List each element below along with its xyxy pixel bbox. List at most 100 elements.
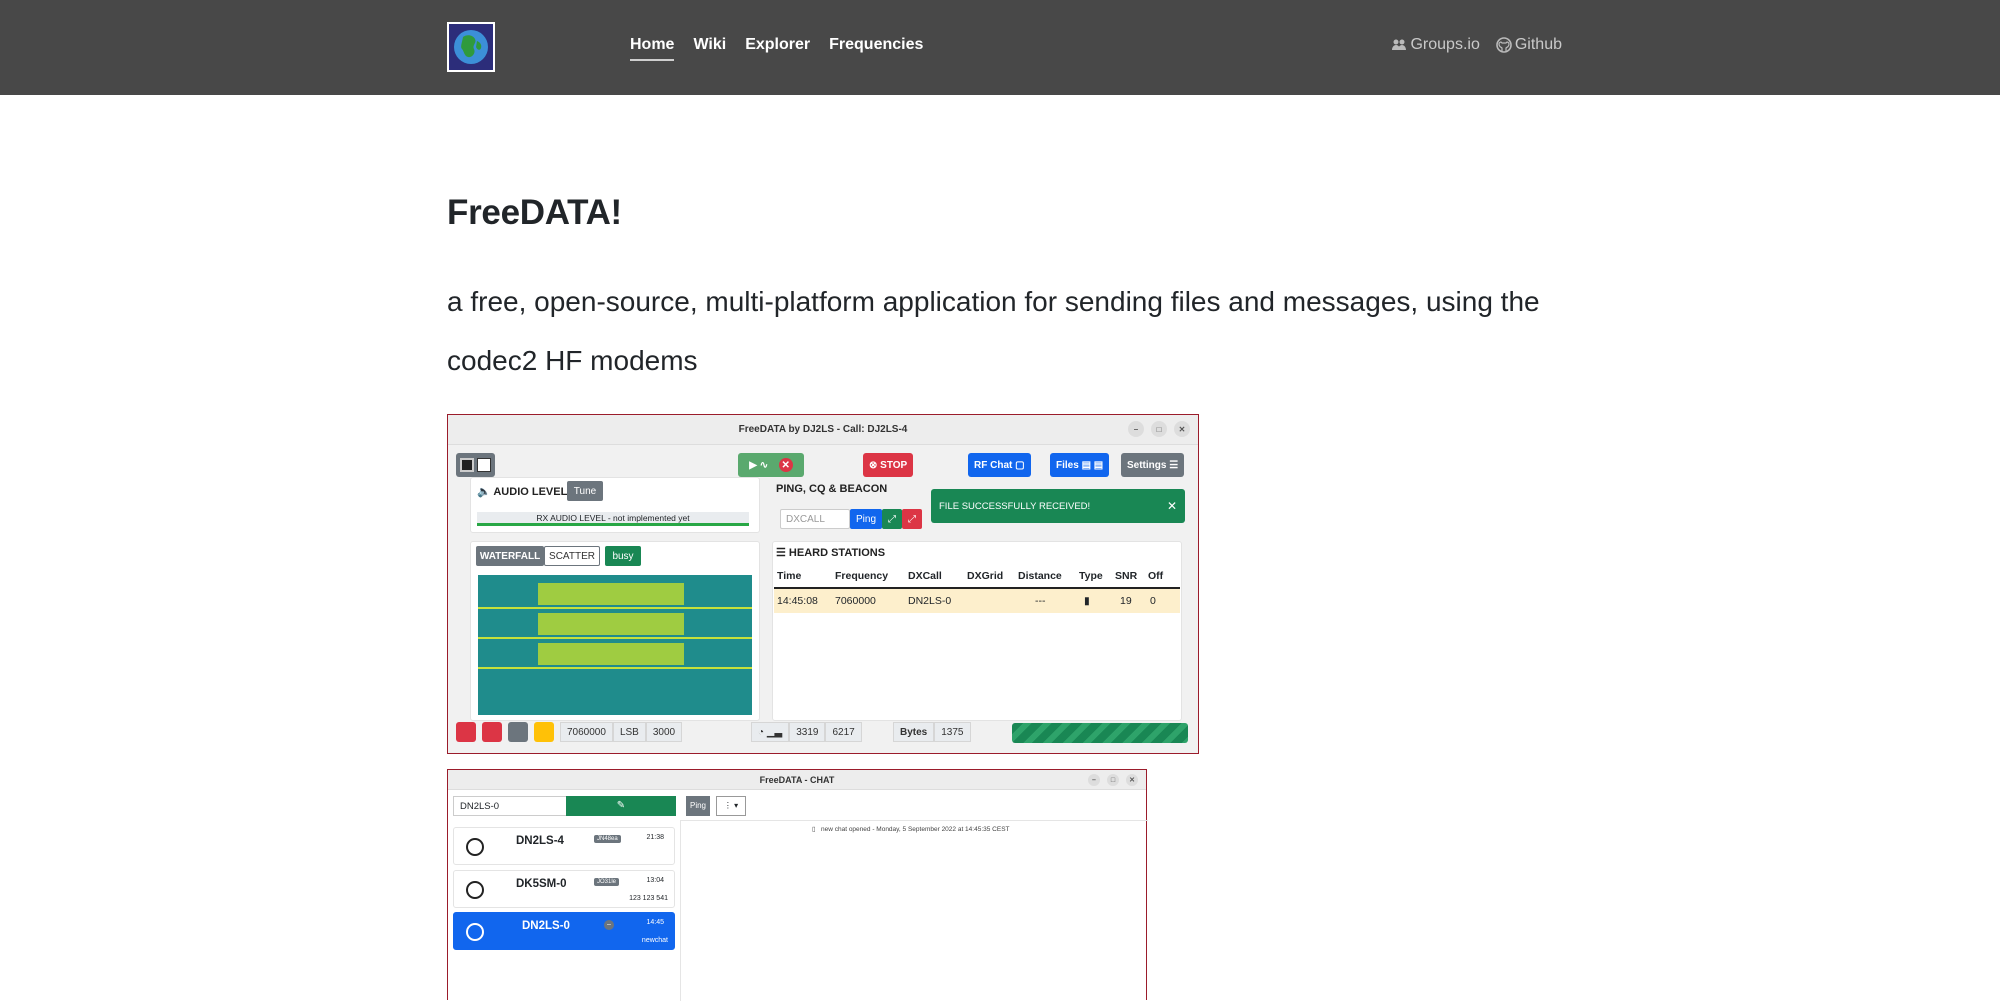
contact-time: 14:45	[646, 919, 664, 926]
table-cell: DN2LS-0	[908, 595, 952, 607]
contact-item-active: DN2LS-0 – 14:45 newchat	[453, 912, 675, 950]
signal-band	[478, 637, 752, 639]
maximize-icon: □	[1107, 774, 1119, 786]
file-icon: ▮	[1084, 595, 1090, 607]
close-icon: ✕	[1126, 774, 1138, 786]
ping-button: Ping	[850, 509, 882, 529]
user-avatar-icon	[466, 881, 484, 899]
heard-title: ☰ HEARD STATIONS	[776, 547, 886, 559]
contact-name: DN2LS-0	[522, 920, 570, 932]
window-title: FreeDATA by DJ2LS - Call: DJ2LS-4 – □ ✕	[448, 415, 1198, 445]
chat-menu-dropdown: ⋮ ▾	[716, 796, 746, 816]
nav-home[interactable]: Home	[630, 36, 675, 61]
table-cell: 0	[1150, 595, 1156, 607]
heard-stations-table: Time Frequency DXCall DXGrid Distance Ty…	[774, 565, 1180, 613]
speed-icon: ◔ ▁▃	[751, 722, 790, 742]
tune-button: Tune	[567, 481, 603, 501]
transfer-icon	[508, 722, 528, 742]
status-value-2: 6217	[825, 722, 862, 742]
divider	[680, 820, 681, 1001]
maximize-icon: □	[1151, 421, 1167, 437]
col-header: Time	[777, 570, 802, 582]
ping-title: PING, CQ & BEACON	[776, 483, 888, 495]
table-cell: 7060000	[835, 595, 876, 607]
chat-window-title: FreeDATA - CHAT – □ ✕	[448, 770, 1146, 790]
github-icon	[1496, 37, 1512, 53]
nav-external-links: Groups.io Github	[1391, 36, 1562, 54]
contact-name: DK5SM-0	[516, 878, 567, 890]
globe-logo-icon[interactable]	[447, 22, 495, 72]
page-title: FreeDATA!	[447, 193, 622, 232]
top-navbar: Home Wiki Explorer Frequencies Groups.io…	[0, 0, 2000, 95]
frequency-value: 7060000	[560, 722, 613, 742]
toast-text: FILE SUCCESSFULLY RECEIVED!	[939, 500, 1091, 512]
freedata-main-screenshot: FreeDATA by DJ2LS - Call: DJ2LS-4 – □ ✕ ▶ …	[447, 414, 1199, 754]
users-icon	[1392, 39, 1407, 50]
monitor-toggle	[456, 453, 495, 477]
settings-button: Settings ☰	[1121, 453, 1185, 477]
bytes-label: Bytes	[893, 722, 935, 742]
close-icon: ✕	[1174, 421, 1190, 437]
divider	[680, 820, 1148, 821]
bytes-value: 1375	[934, 722, 971, 742]
chat-search-input: DN2LS-0	[453, 796, 568, 816]
stop-label: STOP	[880, 459, 908, 471]
github-label: Github	[1514, 36, 1562, 53]
col-header: Frequency	[835, 570, 889, 582]
minimize-icon: –	[1088, 774, 1100, 786]
contact-item: DN2LS-4 JN48ea 21:38	[453, 827, 675, 865]
col-header: Off	[1148, 570, 1164, 582]
user-avatar-icon	[466, 838, 484, 856]
rf-chat-button: RF Chat ▢	[968, 453, 1031, 477]
contact-grid: JN48ea	[594, 835, 621, 843]
groups-io-label: Groups.io	[1410, 36, 1480, 53]
cq-button: ⤢	[882, 509, 902, 529]
close-icon: ✕	[1166, 499, 1177, 513]
radio-status-bar: 7060000 LSB 3000	[456, 721, 683, 743]
transfer-progress-bar	[1012, 723, 1188, 743]
audio-panel: 🔈 AUDIO LEVEL Tune RX AUDIO LEVEL - not …	[470, 477, 760, 533]
nav-explorer[interactable]: Explorer	[745, 36, 810, 61]
col-header: SNR	[1115, 570, 1138, 582]
chat-opened-text: new chat opened - Monday, 5 September 20…	[821, 826, 1010, 833]
main-nav: Home Wiki Explorer Frequencies	[630, 36, 923, 61]
settings-label: Settings	[1127, 459, 1167, 471]
tab-waterfall: WATERFALL	[476, 546, 544, 566]
table-cell: 19	[1120, 595, 1132, 607]
heard-title-text: HEARD STATIONS	[788, 547, 886, 559]
signal-band	[478, 667, 752, 669]
signal-band	[478, 607, 752, 609]
files-label: Files	[1056, 459, 1079, 471]
contact-last-message: newchat	[641, 937, 668, 944]
stop-button: ⊗ STOP	[863, 453, 914, 477]
signal-block	[538, 643, 684, 665]
contact-time: 13:04	[646, 877, 664, 884]
new-chat-button: ✎	[566, 796, 676, 816]
nav-frequencies[interactable]: Frequencies	[829, 36, 923, 61]
bandwidth-value: 3000	[645, 722, 683, 742]
window-title-text: FreeDATA by DJ2LS - Call: DJ2LS-4	[738, 424, 908, 435]
toast-notification: FILE SUCCESSFULLY RECEIVED! ✕	[931, 489, 1185, 523]
speed-status: ◔ ▁▃ 3319 6217	[751, 721, 862, 743]
contact-grid: JO31le	[594, 878, 620, 886]
groups-io-link[interactable]: Groups.io	[1391, 36, 1480, 54]
bytes-status: Bytes 1375	[893, 721, 971, 743]
dxcall-input: DXCALL	[780, 509, 850, 529]
table-cell: 14:45:08	[777, 595, 818, 607]
table-cell: ---	[1035, 595, 1046, 607]
col-header: Type	[1079, 570, 1103, 582]
chat-window-title-text: FreeDATA - CHAT	[759, 774, 835, 785]
busy-badge: busy	[605, 546, 641, 566]
github-link[interactable]: Github	[1496, 36, 1562, 54]
contact-name: DN2LS-4	[516, 835, 564, 847]
col-header: Distance	[1018, 570, 1062, 582]
minus-icon: –	[604, 920, 614, 930]
audio-title: 🔈 AUDIO LEVEL	[477, 486, 568, 498]
tab-scatter: SCATTER	[544, 546, 600, 566]
nav-wiki[interactable]: Wiki	[693, 36, 726, 61]
contact-time: 21:38	[646, 834, 664, 841]
ptt-icon	[456, 722, 476, 742]
waterfall-display	[478, 575, 752, 715]
contact-last-message: 123 123 541	[629, 895, 668, 902]
smiley-icon	[534, 722, 554, 742]
